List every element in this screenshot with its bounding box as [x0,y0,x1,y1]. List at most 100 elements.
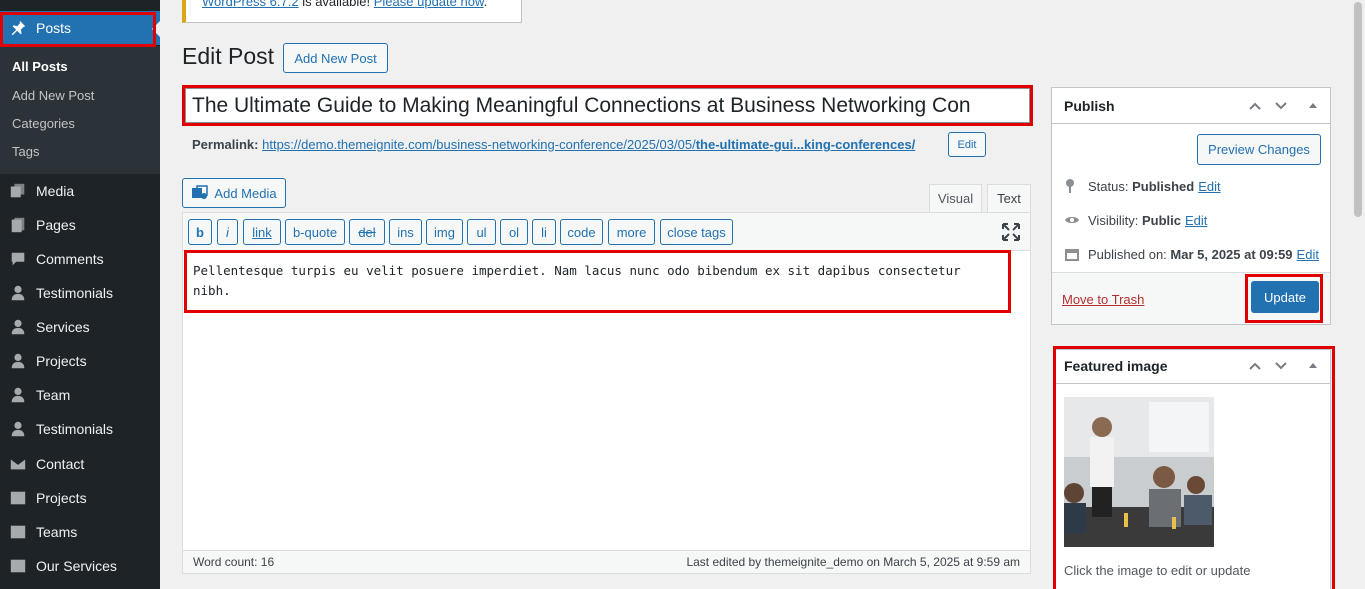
scrollbar-thumb[interactable] [1354,2,1362,217]
published-edit-link[interactable]: Edit [1297,247,1319,262]
featured-image-thumbnail[interactable] [1064,397,1214,547]
quicktags-toolbar: b i link b-quote del ins img ul ol li co… [183,213,1030,251]
menu-projects-label: Projects [36,353,87,369]
menu-team[interactable]: Team [0,378,160,412]
status-value: Published [1132,178,1195,194]
menu-contact-label: Contact [36,456,85,472]
pin-icon [0,19,36,37]
permalink-slug: the-ultimate-gui...king-conferences/ [695,137,916,152]
portfolio-icon [0,523,36,541]
calendar-icon [1065,249,1079,261]
tab-visual[interactable]: Visual [929,184,982,213]
menu-comments-label: Comments [36,251,104,267]
publish-box: Publish Preview Changes Status: Publishe… [1051,87,1331,325]
menu-media[interactable]: Media [0,174,160,208]
menu-our-services-label: Our Services [36,558,117,574]
media-icon [0,182,36,200]
visibility-edit-link[interactable]: Edit [1185,213,1207,228]
qt-ul-button[interactable]: ul [467,219,496,245]
menu-testimonials-label: Testimonials [36,285,114,301]
chevron-up-icon[interactable] [1247,98,1263,114]
qt-img-button[interactable]: img [426,219,463,245]
menu-services-label: Services [36,319,90,335]
qt-ol-button[interactable]: ol [500,219,528,245]
submenu-tags[interactable]: Tags [12,144,39,159]
page-title: Edit Post [182,43,275,69]
menu-testimonials-2-label: Testimonials [36,421,114,437]
current-menu-arrow [152,21,160,37]
post-title-input[interactable]: The Ultimate Guide to Making Meaningful … [185,88,1030,123]
add-media-button[interactable]: Add Media [182,178,286,208]
update-now-link[interactable]: Please update now [374,0,484,9]
menu-teams[interactable]: Teams [0,515,160,549]
qt-more-button[interactable]: more [608,219,655,245]
user-icon [0,352,36,370]
submenu-categories[interactable]: Categories [12,116,75,131]
featured-image-hint: Click the image to edit or update [1064,563,1251,578]
fullscreen-icon[interactable] [1002,223,1020,241]
menu-projects[interactable]: Projects [0,344,160,378]
qt-bold-button[interactable]: b [188,219,212,245]
user-icon [0,284,36,302]
update-notice: WordPress 6.7.2 is available! Please upd… [182,0,522,23]
user-icon [0,386,36,404]
submenu-add-new-post[interactable]: Add New Post [12,88,94,103]
editor-status-bar: Word count: 16 Last edited by themeignit… [183,550,1030,573]
posts-submenu: All Posts Add New Post Categories Tags [0,46,160,174]
menu-projects-2-label: Projects [36,490,87,506]
preview-changes-button[interactable]: Preview Changes [1197,134,1321,165]
tab-text[interactable]: Text [987,184,1031,213]
menu-testimonials[interactable]: Testimonials [0,276,160,310]
chevron-up-icon[interactable] [1247,358,1263,374]
menu-services[interactable]: Services [0,310,160,344]
collapse-triangle-icon[interactable] [1305,98,1321,114]
qt-li-button[interactable]: li [532,219,556,245]
published-on-row: Published on: Mar 5, 2025 at 09:59 Edit [1064,246,1319,262]
qt-italic-button[interactable]: i [217,219,238,245]
menu-our-services[interactable]: Our Services [0,549,160,583]
envelope-icon [0,455,36,473]
notice-text: is available! [298,0,374,9]
text-editor: b i link b-quote del ins img ul ol li co… [182,212,1031,574]
add-new-post-button[interactable]: Add New Post [283,43,388,73]
move-to-trash-link[interactable]: Move to Trash [1062,292,1144,307]
menu-contact[interactable]: Contact [0,447,160,481]
menu-projects-2[interactable]: Projects [0,481,160,515]
chevron-down-icon[interactable] [1273,358,1289,374]
post-content-textarea[interactable]: Pellentesque turpis eu velit posuere imp… [193,261,1013,301]
notice-end: . [483,0,488,9]
featured-title: Featured image [1064,358,1168,374]
content-line-2: nibh. [193,283,231,298]
content-line-1: Pellentesque turpis eu velit posuere imp… [193,263,961,278]
status-edit-link[interactable]: Edit [1198,179,1220,194]
submenu-all-posts[interactable]: All Posts [12,59,68,74]
qt-close-tags-button[interactable]: close tags [660,219,733,245]
qt-blockquote-button[interactable]: b-quote [285,219,345,245]
comments-icon [0,250,36,268]
qt-ins-button[interactable]: ins [389,219,422,245]
version-link[interactable]: WordPress 6.7.2 [202,0,299,9]
update-button[interactable]: Update [1251,281,1319,313]
menu-testimonials-2[interactable]: Testimonials [0,412,160,446]
last-edited: Last edited by themeignite_demo on March… [686,555,1020,569]
chevron-down-icon[interactable] [1273,98,1289,114]
qt-del-button[interactable]: del [349,219,385,245]
menu-media-label: Media [36,183,75,199]
menu-pages[interactable]: Pages [0,208,160,242]
menu-comments[interactable]: Comments [0,242,160,276]
permalink-link[interactable]: https://demo.themeignite.com/business-ne… [262,137,915,152]
eye-icon [1065,217,1079,223]
permalink-row: Permalink: https://demo.themeignite.com/… [192,137,915,152]
menu-posts[interactable]: Posts [0,11,160,45]
qt-link-button[interactable]: link [243,219,281,245]
qt-code-button[interactable]: code [560,219,603,245]
permalink-edit-button[interactable]: Edit [948,132,986,157]
visibility-value: Public [1141,212,1181,228]
add-media-icon [191,185,209,201]
page-scrollbar[interactable] [1351,0,1365,589]
published-value: Mar 5, 2025 at 09:59 [1170,246,1293,262]
portfolio-icon [0,557,36,575]
add-media-label: Add Media [214,185,277,201]
collapse-triangle-icon[interactable] [1305,358,1321,374]
user-icon [0,420,36,438]
